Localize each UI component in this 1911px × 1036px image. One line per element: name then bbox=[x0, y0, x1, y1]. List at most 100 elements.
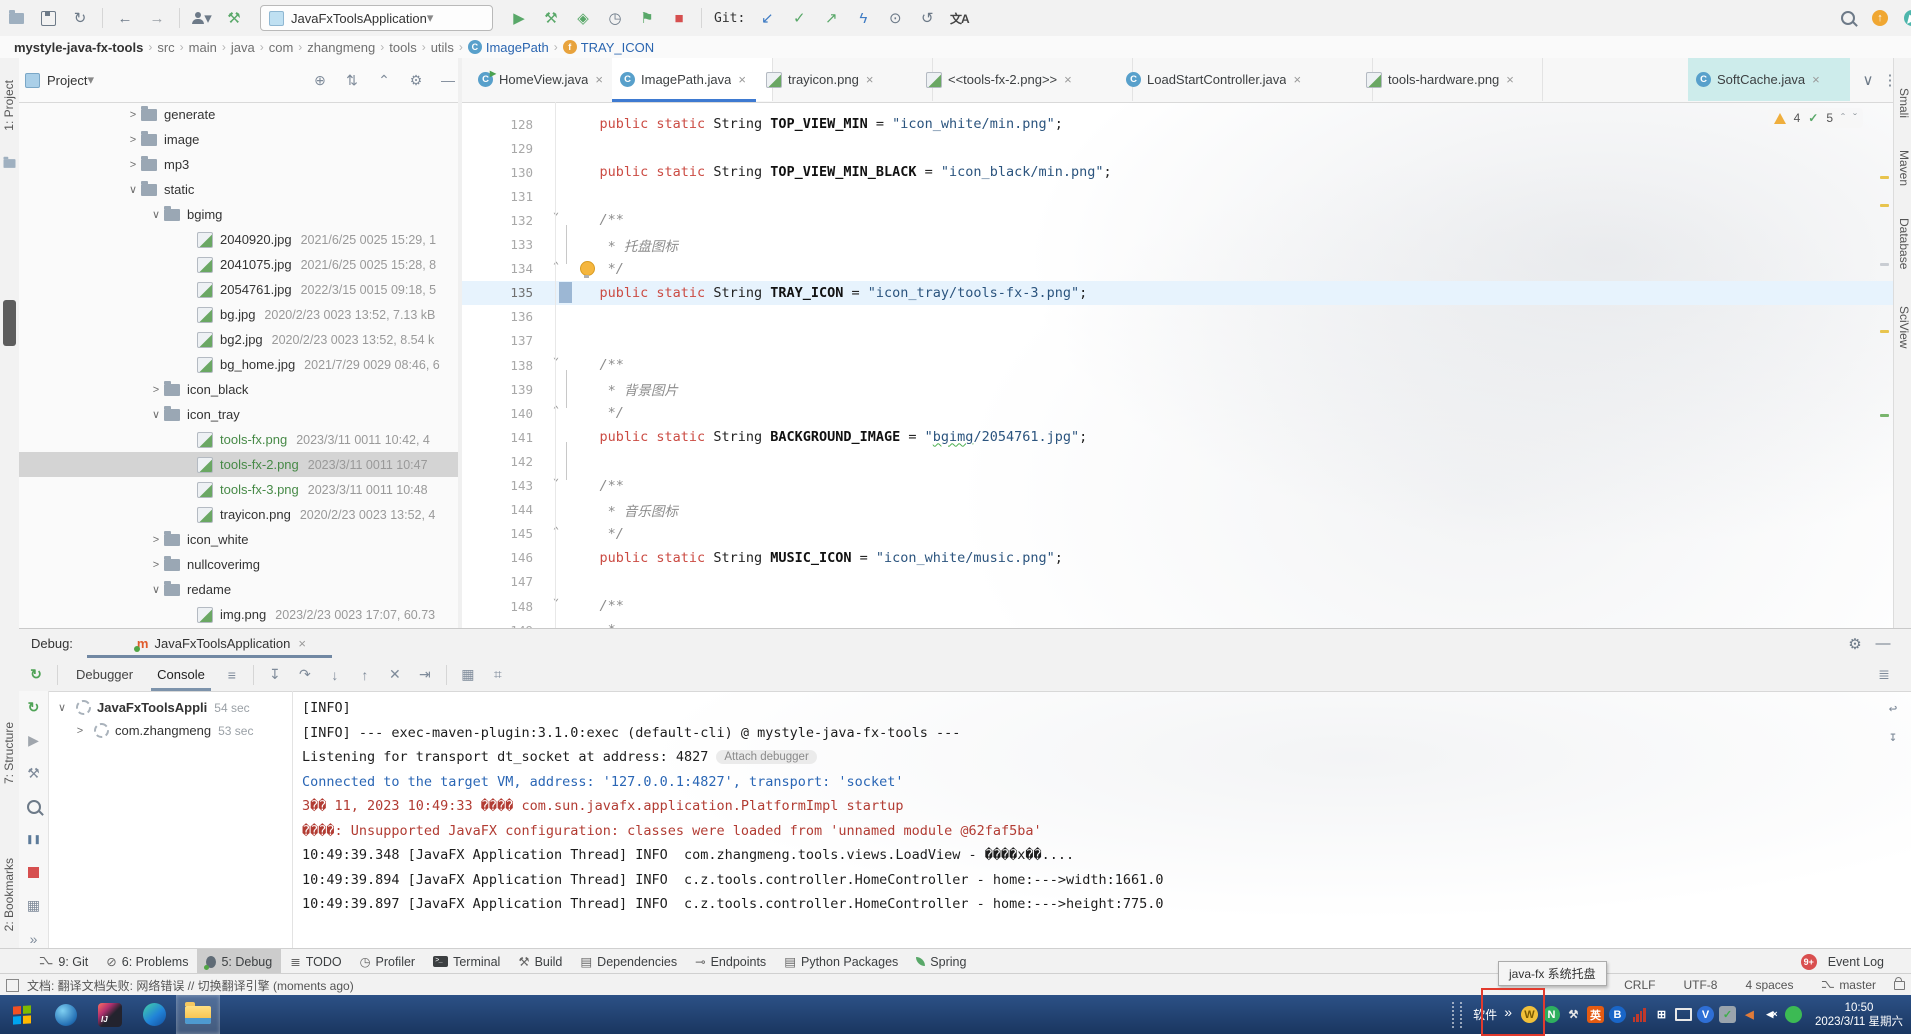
prev-issue-icon[interactable]: ˆ bbox=[1841, 111, 1845, 125]
attach-debugger-badge[interactable]: Attach debugger bbox=[716, 750, 816, 764]
debug-console[interactable]: [INFO][INFO] --- exec-maven-plugin:3.1.0… bbox=[292, 691, 1911, 949]
cherry-pick-icon[interactable]: ϟ bbox=[850, 6, 876, 30]
close-icon[interactable]: × bbox=[1812, 72, 1820, 87]
search-icon[interactable] bbox=[1835, 6, 1861, 30]
translate-icon[interactable]: 文A bbox=[946, 6, 972, 30]
tree-item-icon_white[interactable]: >icon_white bbox=[19, 527, 458, 552]
tray-n[interactable]: N bbox=[1543, 1006, 1560, 1023]
commit-icon[interactable]: ✓ bbox=[786, 6, 812, 30]
taskbar-app-explorer[interactable] bbox=[176, 995, 220, 1034]
run-configuration-select[interactable]: JavaFxToolsApplication ▾ bbox=[260, 5, 493, 31]
fold-up-icon[interactable]: ˆ bbox=[545, 525, 567, 543]
fold-down-icon[interactable]: ˇ bbox=[545, 356, 567, 374]
code-line-141[interactable]: 141 public static String BACKGROUND_IMAG… bbox=[462, 425, 1893, 449]
more-icon[interactable]: » bbox=[23, 928, 44, 949]
taskbar-app-idea[interactable]: IJ bbox=[88, 995, 132, 1034]
step-out-icon[interactable]: ↑ bbox=[352, 664, 378, 686]
code-area[interactable]: 128 public static String TOP_VIEW_MIN = … bbox=[462, 102, 1893, 628]
debug-frame-row[interactable]: ∨JavaFxToolsAppli54 sec bbox=[48, 696, 292, 719]
code-line-138[interactable]: 138ˇ /** bbox=[462, 353, 1893, 377]
find-icon[interactable] bbox=[23, 796, 44, 817]
fix-icon[interactable]: ⚒ bbox=[221, 6, 247, 30]
breadcrumb-item[interactable]: tools bbox=[389, 40, 416, 55]
stripe-tab-sciview[interactable]: SciView bbox=[1897, 306, 1911, 348]
chevron-collapsed-icon[interactable]: > bbox=[148, 559, 164, 571]
breadcrumb-item[interactable]: java bbox=[231, 40, 255, 55]
code-line-142[interactable]: 142 bbox=[462, 449, 1893, 473]
sync-icon[interactable]: ↻ bbox=[67, 6, 93, 30]
stripe-tab-bookmarks[interactable]: 2: Bookmarks bbox=[2, 858, 16, 931]
tree-item-generate[interactable]: >generate bbox=[19, 102, 458, 127]
editor-tab-ImagePath-java[interactable]: CImagePath.java× bbox=[612, 58, 773, 101]
breadcrumb-item[interactable]: CImagePath bbox=[468, 40, 549, 55]
code-line-139[interactable]: 139 * 背景图片 bbox=[462, 377, 1893, 401]
chevron-expanded-icon[interactable]: ∨ bbox=[54, 701, 70, 714]
toolwindow-button-terminal[interactable]: >_Terminal bbox=[424, 949, 509, 974]
event-log-button[interactable]: 9+Event Log bbox=[1792, 949, 1893, 974]
tree-item-bg2-jpg[interactable]: bg2.jpg2020/2/23 0023 13:52, 8.54 k bbox=[19, 327, 458, 352]
rerun-icon[interactable]: ↻ bbox=[23, 697, 44, 718]
tray-monitor[interactable] bbox=[1675, 1006, 1692, 1023]
chevron-collapsed-icon[interactable]: > bbox=[72, 725, 88, 737]
code-line-133[interactable]: 133 * 托盘图标 bbox=[462, 233, 1893, 257]
stop-icon[interactable] bbox=[23, 862, 44, 883]
drop-frame-icon[interactable]: ✕ bbox=[382, 664, 408, 686]
update-icon[interactable]: ↙ bbox=[754, 6, 780, 30]
tray-signal[interactable] bbox=[1631, 1006, 1648, 1023]
stripe-tab-database[interactable]: Database bbox=[1897, 218, 1911, 269]
collapse-all-icon[interactable]: ⌃ bbox=[371, 68, 397, 92]
close-icon[interactable]: × bbox=[738, 72, 746, 87]
project-panel-title[interactable]: Project ▾ bbox=[25, 72, 94, 88]
code-line-129[interactable]: 129 bbox=[462, 136, 1893, 160]
code-line-134[interactable]: 134ˆ */ bbox=[462, 257, 1893, 281]
code-line-147[interactable]: 147 bbox=[462, 570, 1893, 594]
breadcrumb-item[interactable]: main bbox=[189, 40, 217, 55]
rollback-icon[interactable]: ↺ bbox=[914, 6, 940, 30]
tree-item-icon_tray[interactable]: ∨icon_tray bbox=[19, 402, 458, 427]
back-icon[interactable]: ← bbox=[112, 6, 138, 30]
breadcrumb-item[interactable]: src bbox=[157, 40, 174, 55]
tree-item-icon_black[interactable]: >icon_black bbox=[19, 377, 458, 402]
breadcrumb-item[interactable]: com bbox=[269, 40, 294, 55]
expand-all-icon[interactable]: ⇅ bbox=[339, 68, 365, 92]
tree-item-bg-jpg[interactable]: bg.jpg2020/2/23 0023 13:52, 7.13 kB bbox=[19, 302, 458, 327]
tray-muted[interactable]: ◀× bbox=[1763, 1006, 1780, 1023]
tray-pin[interactable]: ⊞ bbox=[1653, 1006, 1670, 1023]
stripe-tab-smali[interactable]: Smali bbox=[1897, 88, 1911, 118]
step-into-icon[interactable]: ↓ bbox=[322, 664, 348, 686]
code-line-145[interactable]: 145ˆ */ bbox=[462, 522, 1893, 546]
tray-shield[interactable]: V bbox=[1697, 1006, 1714, 1023]
status-message[interactable]: 文档: 翻译文档失败: 网络错误 // 切换翻译引擎 (moments ago) bbox=[27, 977, 354, 994]
code-line-140[interactable]: 140ˆ */ bbox=[462, 401, 1893, 425]
grid-icon[interactable]: ▦ bbox=[23, 895, 44, 916]
tree-item-2054761-jpg[interactable]: 2054761.jpg2022/3/15 0015 09:18, 5 bbox=[19, 277, 458, 302]
status-square-icon[interactable] bbox=[6, 979, 19, 992]
open-icon[interactable] bbox=[3, 6, 29, 30]
breadcrumb-item[interactable]: zhangmeng bbox=[307, 40, 375, 55]
editor-tab-LoadStartController-java[interactable]: CLoadStartController.java× bbox=[1118, 58, 1373, 101]
save-icon[interactable] bbox=[35, 6, 61, 30]
stop-icon[interactable]: ■ bbox=[666, 6, 692, 30]
chevron-collapsed-icon[interactable]: > bbox=[125, 134, 141, 146]
show-execution-icon[interactable]: ↧ bbox=[262, 664, 288, 686]
chevron-collapsed-icon[interactable]: > bbox=[148, 384, 164, 396]
chevron-collapsed-icon[interactable]: > bbox=[125, 159, 141, 171]
code-line-149[interactable]: 149 * bbox=[462, 618, 1893, 628]
scroll-to-end-icon[interactable]: ↧ bbox=[1883, 727, 1903, 747]
minimize-icon[interactable]: — bbox=[435, 68, 458, 92]
chevron-expanded-icon[interactable]: ∨ bbox=[148, 208, 164, 221]
chevron-expanded-icon[interactable]: ∨ bbox=[148, 583, 164, 596]
tree-item-image[interactable]: >image bbox=[19, 127, 458, 152]
run-to-cursor-icon[interactable]: ⇥ bbox=[412, 664, 438, 686]
debug-minimize-icon[interactable]: — bbox=[1870, 632, 1896, 656]
evaluate-icon[interactable]: ⌗ bbox=[485, 664, 511, 686]
locate-icon[interactable]: ⊕ bbox=[307, 68, 333, 92]
breadcrumb-item[interactable]: mystyle-java-fx-tools bbox=[14, 40, 143, 55]
tree-item-mp3[interactable]: >mp3 bbox=[19, 152, 458, 177]
tray-tools[interactable]: ⚒ bbox=[1565, 1006, 1582, 1023]
fold-down-icon[interactable]: ˇ bbox=[545, 477, 567, 495]
view-table-icon[interactable]: ▦ bbox=[455, 664, 481, 686]
toolwindow-button-todo[interactable]: ≣TODO bbox=[281, 949, 350, 974]
taskbar-start[interactable] bbox=[0, 995, 44, 1034]
toolwindow-button-6-problems[interactable]: ⊘6: Problems bbox=[97, 949, 197, 974]
